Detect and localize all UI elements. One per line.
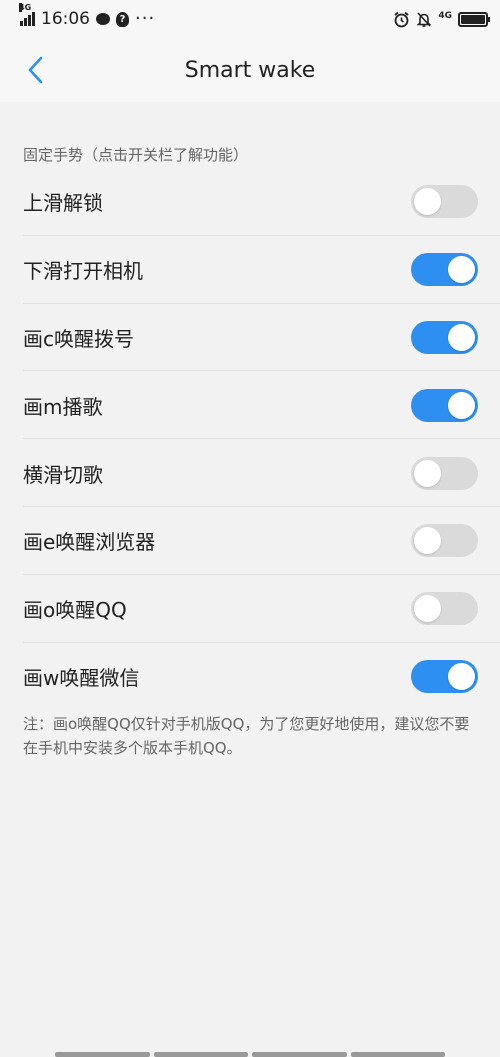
toggle-knob [414,188,441,216]
toggle-knob [448,256,475,284]
nav-bar: Smart wake [0,38,500,102]
gesture-row-swipe-up-unlock[interactable]: 上滑解锁 [0,168,500,236]
toggle-knob [414,459,441,487]
message-icon [96,13,110,25]
gesture-label: 画c唤醒拨号 [23,326,134,351]
status-time: 16:06 [41,9,90,29]
toggle-draw-o-qq[interactable] [411,592,478,626]
gesture-row-draw-o-qq[interactable]: 画o唤醒QQ [0,575,500,643]
footnote: 注：画o唤醒QQ仅针对手机版QQ，为了您更好地使用，建议您不要在手机中安装多个版… [23,715,470,757]
toggle-swipe-down-camera[interactable] [411,253,478,287]
gesture-label: 画o唤醒QQ [23,598,127,623]
gesture-row-swipe-down-camera[interactable]: 下滑打开相机 [0,236,500,304]
gesture-label: 画w唤醒微信 [23,665,140,690]
gesture-label: 画m播歌 [23,394,103,419]
toggle-knob [414,595,441,623]
toggle-draw-m-music[interactable] [411,388,478,422]
network-type-right: 4G [438,10,452,21]
gesture-row-draw-m-music[interactable]: 画m播歌 [0,371,500,439]
toggle-swipe-up-unlock[interactable] [411,185,478,219]
toggle-swipe-switch-song[interactable] [411,456,478,490]
more-notifications-icon: ··· [135,8,156,29]
page-title: Smart wake [184,57,316,83]
toggle-draw-c-dialer[interactable] [411,320,478,354]
battery-icon [458,11,490,27]
status-left: 4G 16:06 ? ··· [19,3,156,29]
signal-icon: 4G [19,3,35,26]
toggle-knob [448,391,475,419]
bottom-indicator [0,1052,500,1057]
gesture-row-draw-e-browser[interactable]: 画e唤醒浏览器 [0,507,500,575]
gesture-list: 上滑解锁 下滑打开相机 画c唤醒拨号 画m播歌 横滑切歌 画e唤醒浏览器 画o唤… [0,168,500,711]
toggle-knob [448,662,475,690]
gesture-label: 上滑解锁 [23,191,103,216]
chevron-left-icon [28,56,43,84]
status-right: 4G [393,10,490,28]
section-header: 固定手势（点击开关栏了解功能） [23,146,249,164]
gesture-label: 下滑打开相机 [23,259,143,284]
toggle-knob [414,527,441,555]
toggle-knob [448,323,475,351]
gesture-row-swipe-switch-song[interactable]: 横滑切歌 [0,439,500,507]
mute-bell-icon [416,11,432,27]
toggle-draw-w-wechat[interactable] [411,659,478,693]
status-bar: 4G 16:06 ? ··· 4G [0,0,500,38]
notification-app-icon: ? [116,11,129,27]
gesture-row-draw-c-dialer[interactable]: 画c唤醒拨号 [0,304,500,372]
gesture-label: 横滑切歌 [23,462,103,487]
alarm-icon [394,11,409,27]
toggle-draw-e-browser[interactable] [411,524,478,558]
back-button[interactable] [18,52,54,88]
gesture-label: 画e唤醒浏览器 [23,530,156,555]
network-type-label: 4G [19,3,32,12]
gesture-row-draw-w-wechat[interactable]: 画w唤醒微信 [0,643,500,711]
